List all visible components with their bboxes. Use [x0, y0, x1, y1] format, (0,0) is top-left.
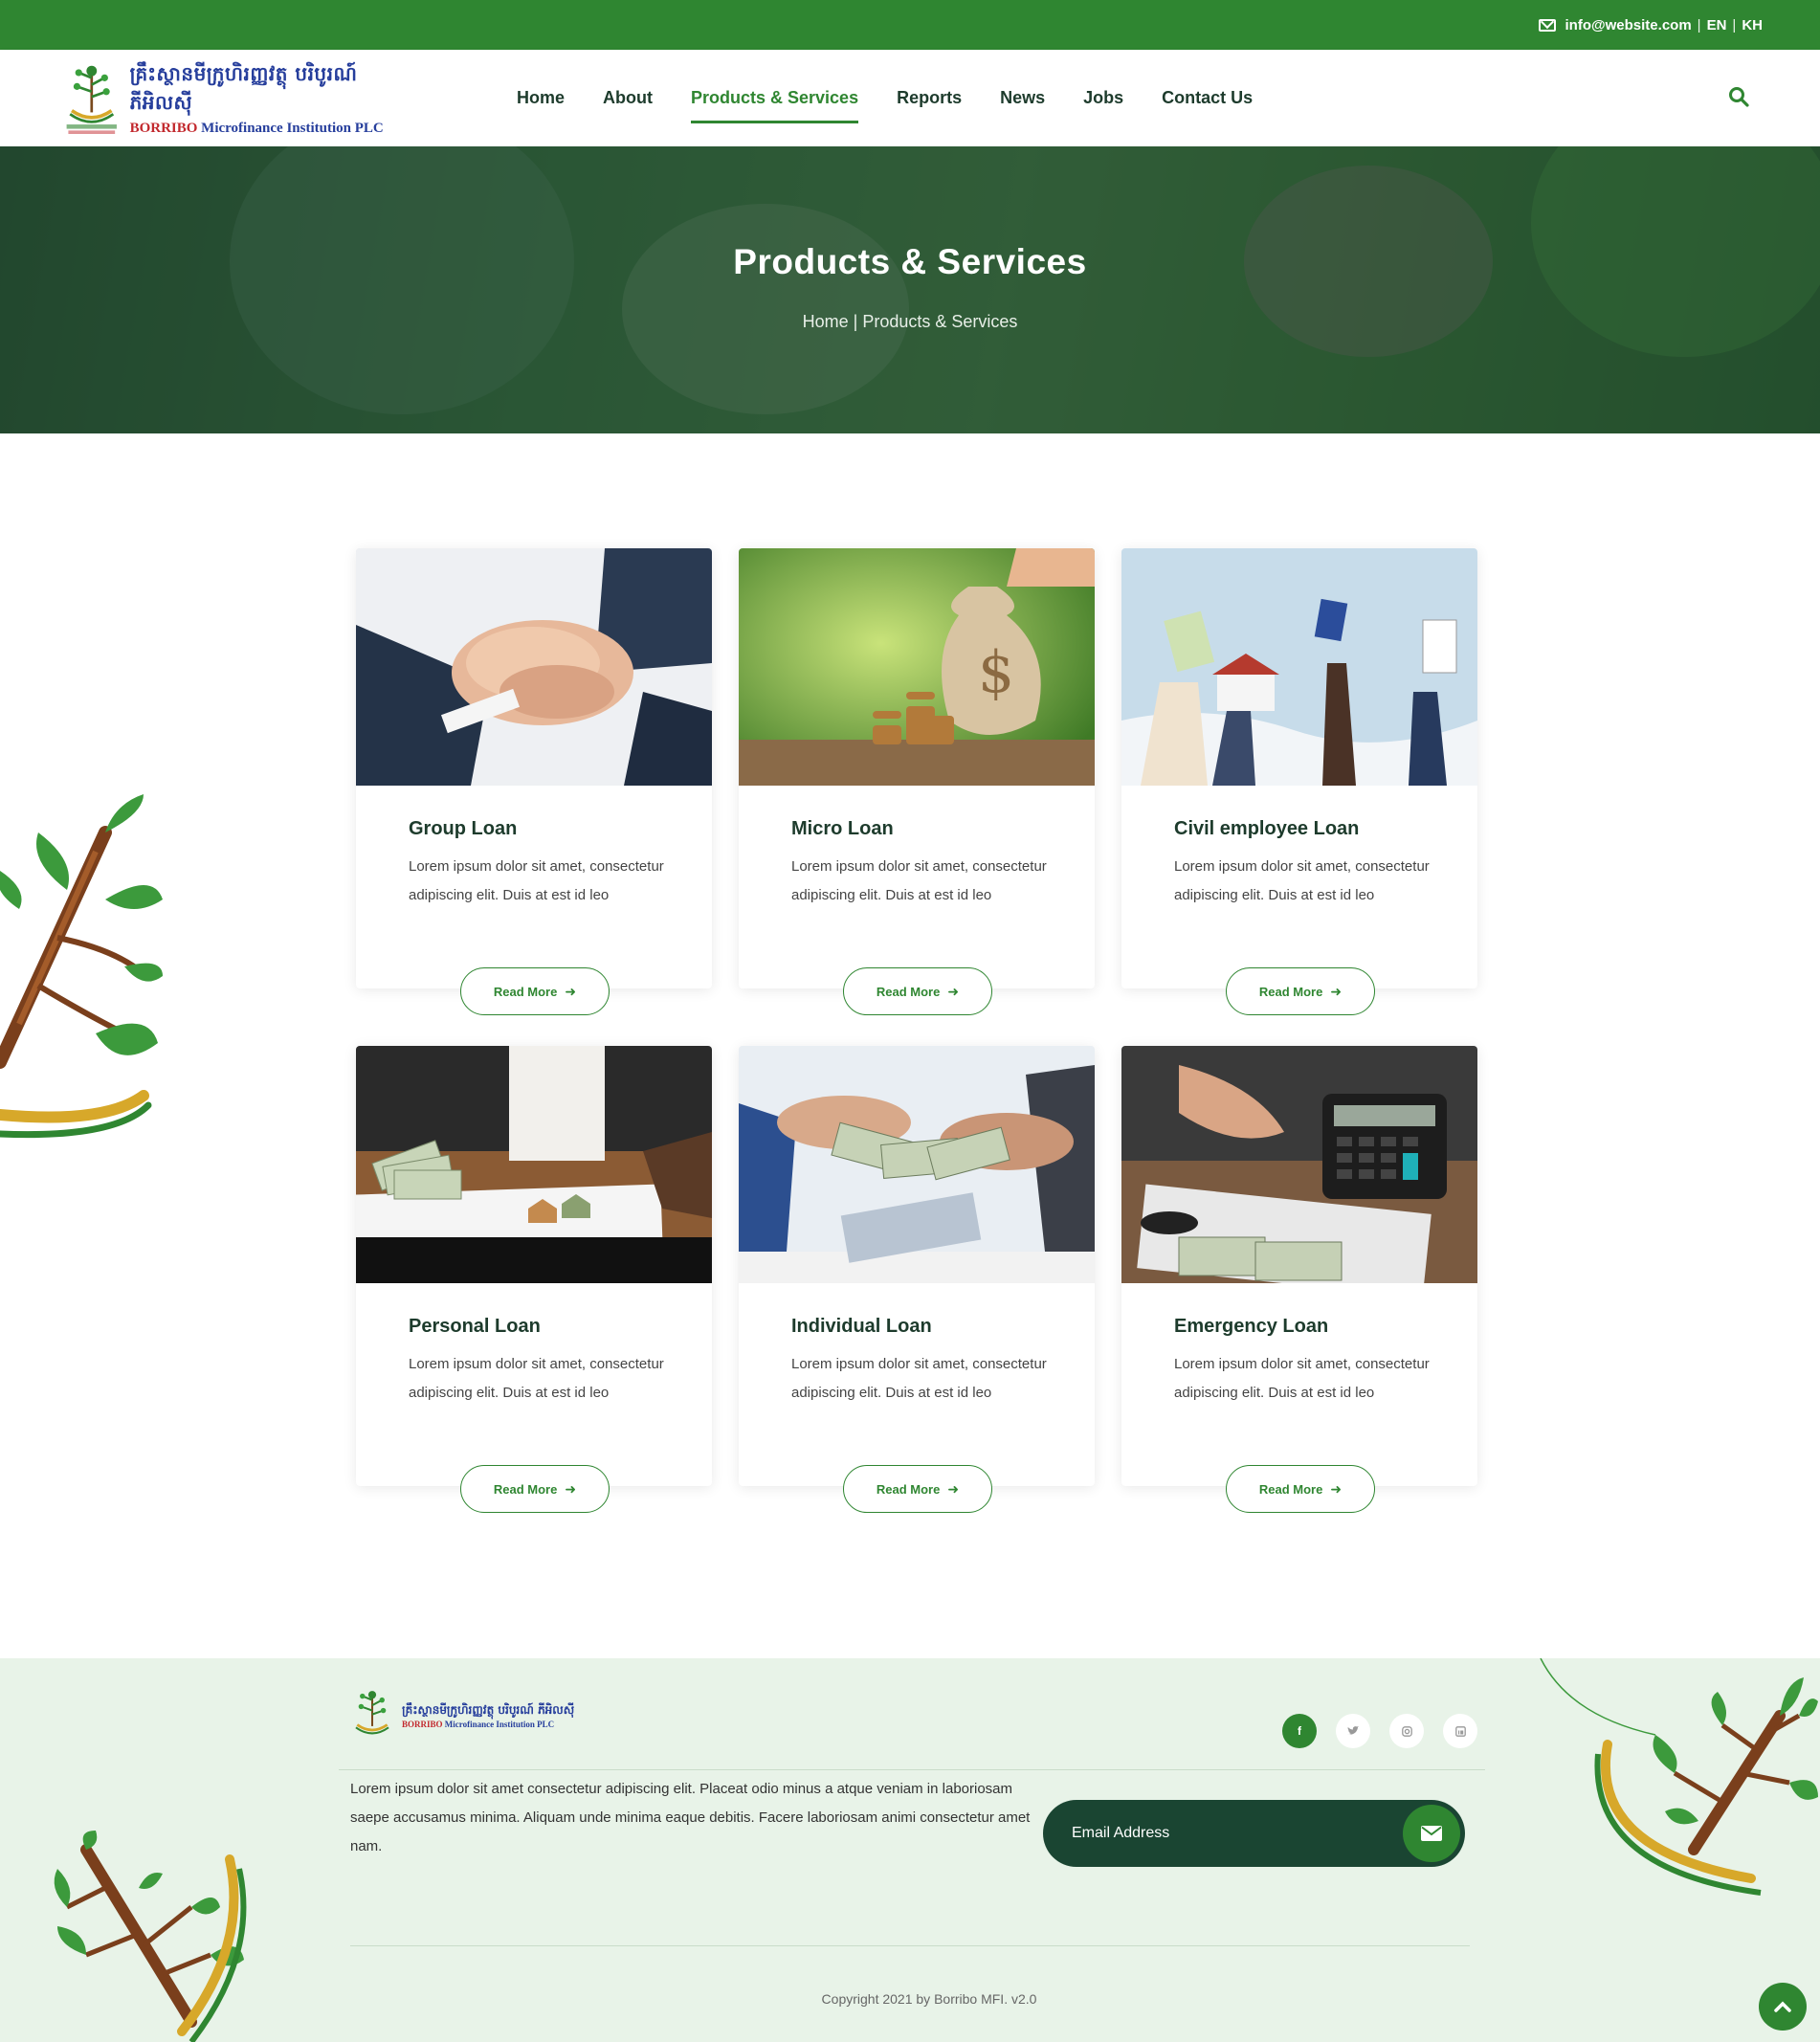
product-description: Lorem ipsum dolor sit amet, consectetur … — [409, 858, 664, 903]
top-separator: | — [1697, 16, 1701, 33]
footer-divider — [339, 1769, 1485, 1770]
product-description: Lorem ipsum dolor sit amet, consectetur … — [1174, 1356, 1430, 1401]
arrow-right-icon: ➜ — [947, 983, 960, 999]
logo-name-km: គ្រឹះស្ថានមីក្រូហិរញ្ញវត្ថុ បរិបូរណ៍ ភីអ… — [129, 61, 358, 114]
page-title: Products & Services — [733, 242, 1087, 281]
decorative-branch-footer-left — [54, 1831, 247, 2042]
product-title: Emergency Loan — [1174, 1316, 1329, 1337]
product-card-micro-loan: $ Micro Loan Lorem ipsum dolor sit amet,… — [739, 548, 1095, 1015]
product-title: Micro Loan — [791, 818, 894, 839]
breadcrumb: Home | Products & Services — [0, 312, 1820, 332]
twitter-icon[interactable] — [1336, 1714, 1370, 1748]
read-more-button[interactable]: Read More ➜ — [1226, 967, 1375, 1015]
instagram-icon[interactable] — [1389, 1714, 1424, 1748]
top-bar: info@website.com | EN | KH — [0, 0, 1820, 50]
lang-en-link[interactable]: EN — [1707, 17, 1727, 33]
read-more-button[interactable]: Read More ➜ — [843, 1465, 992, 1513]
page-hero-banner: Products & Services Home | Products & Se… — [0, 146, 1820, 433]
product-title: Group Loan — [409, 818, 518, 839]
mail-icon — [1538, 18, 1556, 32]
footer-logo-name-km: គ្រឹះស្ថានមីក្រូហិរញ្ញវត្ថុ បរិបូរណ៍ ភីអ… — [402, 1703, 575, 1717]
product-card-civil-employee-loan: Civil employee Loan Lorem ipsum dolor si… — [1121, 548, 1477, 1015]
product-image-personal-loan — [356, 1046, 712, 1283]
read-more-button[interactable]: Read More ➜ — [1226, 1465, 1375, 1513]
linkedin-icon[interactable] — [1443, 1714, 1477, 1748]
arrow-right-icon: ➜ — [1330, 1480, 1343, 1497]
chevron-up-icon — [1774, 2001, 1791, 2012]
product-image-group-loan — [356, 548, 712, 786]
nav-reports[interactable]: Reports — [897, 80, 962, 116]
nav-products-services[interactable]: Products & Services — [691, 80, 859, 123]
envelope-icon — [1421, 1826, 1442, 1841]
search-icon[interactable] — [1728, 86, 1749, 107]
product-title: Individual Loan — [791, 1316, 932, 1337]
product-title: Civil employee Loan — [1174, 818, 1360, 839]
nav-news[interactable]: News — [1000, 80, 1045, 116]
nav-jobs[interactable]: Jobs — [1083, 80, 1123, 116]
decorative-branch-footer-right — [1540, 1658, 1818, 1896]
top-bar-contact: info@website.com | EN | KH — [1538, 0, 1763, 50]
site-logo[interactable]: គ្រឹះស្ថានមីក្រូហិរញ្ញវត្ថុ បរិបូរណ៍ ភីអ… — [63, 55, 398, 142]
read-more-button[interactable]: Read More ➜ — [460, 1465, 610, 1513]
product-description: Lorem ipsum dolor sit amet, consectetur … — [409, 1356, 664, 1401]
arrow-right-icon: ➜ — [947, 1480, 960, 1497]
site-header: គ្រឹះស្ថានមីក្រូហិរញ្ញវត្ថុ បរិបូរណ៍ ភីអ… — [0, 50, 1820, 146]
nav-home[interactable]: Home — [517, 80, 565, 116]
logo-tree-icon — [66, 65, 117, 135]
product-description: Lorem ipsum dolor sit amet, consectetur … — [791, 1356, 1047, 1401]
product-card-emergency-loan: Emergency Loan Lorem ipsum dolor sit ame… — [1121, 1046, 1477, 1513]
arrow-right-icon: ➜ — [565, 983, 577, 999]
arrow-right-icon: ➜ — [565, 1480, 577, 1497]
logo-tree-icon — [355, 1691, 389, 1735]
product-card-individual-loan: Individual Loan Lorem ipsum dolor sit am… — [739, 1046, 1095, 1513]
facebook-icon[interactable]: f — [1282, 1714, 1317, 1748]
read-more-button[interactable]: Read More ➜ — [460, 967, 610, 1015]
breadcrumb-separator: | — [853, 312, 858, 331]
product-image-civil-employee-loan — [1121, 548, 1477, 786]
main-nav: Home About Products & Services Reports N… — [517, 50, 1253, 146]
lang-kh-link[interactable]: KH — [1742, 17, 1763, 33]
social-links: f — [1282, 1714, 1477, 1748]
product-image-micro-loan: $ — [739, 548, 1095, 786]
footer-logo[interactable]: គ្រឹះស្ថានមីក្រូហិរញ្ញវត្ថុ បរិបូរណ៍ ភីអ… — [350, 1687, 599, 1744]
logo-name-en: BORRIBO Microfinance Institution PLC — [129, 120, 384, 136]
breadcrumb-current: Products & Services — [862, 312, 1018, 331]
nav-about[interactable]: About — [603, 80, 653, 116]
top-separator: | — [1732, 16, 1737, 33]
product-description: Lorem ipsum dolor sit amet, consectetur … — [1174, 858, 1430, 903]
product-image-emergency-loan — [1121, 1046, 1477, 1283]
product-image-individual-loan — [739, 1046, 1095, 1283]
product-title: Personal Loan — [409, 1316, 541, 1337]
breadcrumb-home[interactable]: Home — [803, 312, 849, 331]
newsletter-submit-button[interactable] — [1403, 1805, 1460, 1862]
arrow-right-icon: ➜ — [1330, 983, 1343, 999]
nav-contact-us[interactable]: Contact Us — [1162, 80, 1253, 116]
decorative-branch-left — [0, 794, 163, 1139]
svg-text:$: $ — [978, 639, 1014, 706]
footer-description: Lorem ipsum dolor sit amet consectetur a… — [350, 1781, 1031, 1854]
newsletter-form — [1043, 1800, 1465, 1867]
site-footer: គ្រឹះស្ថានមីក្រូហិរញ្ញវត្ថុ បរិបូរណ៍ ភីអ… — [0, 1658, 1820, 2042]
footer-divider — [350, 1945, 1470, 1946]
footer-logo-name-en: BORRIBO Microfinance Institution PLC — [402, 1720, 555, 1729]
product-description: Lorem ipsum dolor sit amet, consectetur … — [791, 858, 1047, 903]
newsletter-email-input[interactable] — [1072, 1800, 1378, 1867]
top-email-link[interactable]: info@website.com — [1565, 17, 1692, 33]
copyright-text: Copyright 2021 by Borribo MFI. v2.0 — [821, 1991, 1037, 2007]
product-card-group-loan: Group Loan Lorem ipsum dolor sit amet, c… — [356, 548, 712, 1015]
scroll-to-top-button[interactable] — [1759, 1983, 1807, 2031]
read-more-button[interactable]: Read More ➜ — [843, 967, 992, 1015]
product-card-personal-loan: Personal Loan Lorem ipsum dolor sit amet… — [356, 1046, 712, 1513]
